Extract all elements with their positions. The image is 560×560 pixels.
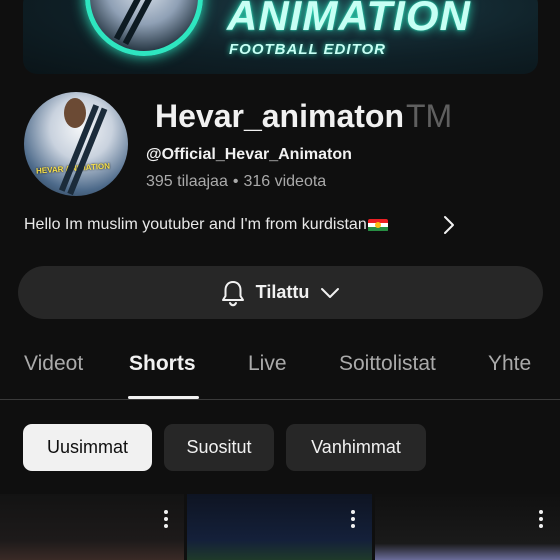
short-thumbnail[interactable]	[187, 494, 372, 560]
banner-emblem-image	[85, 0, 203, 56]
subscribed-button[interactable]: Tilattu	[18, 266, 543, 319]
tab-videot[interactable]: Videot	[24, 352, 83, 376]
chip-suositut[interactable]: Suositut	[164, 424, 274, 471]
active-tab-indicator	[128, 396, 199, 399]
channel-description[interactable]: Hello Im muslim youtuber and I'm from ku…	[24, 216, 464, 234]
channel-name-text: Hevar_animaton	[155, 98, 404, 134]
trademark-mark: TM	[405, 98, 453, 134]
tab-live[interactable]: Live	[248, 352, 287, 376]
bell-icon	[221, 280, 244, 306]
meta-separator: •	[232, 173, 239, 190]
channel-name: Hevar_animatonTM	[155, 98, 452, 135]
channel-handle: @Official_Hevar_Animaton	[146, 146, 352, 163]
channel-avatar[interactable]: HEVAR ANIMATION	[24, 92, 128, 196]
short-thumbnail[interactable]	[375, 494, 560, 560]
more-options-icon[interactable]	[539, 510, 543, 528]
banner-title: ANIMATION	[227, 0, 471, 39]
subscriber-count: 395 tilaajaa	[146, 173, 228, 190]
more-options-icon[interactable]	[351, 510, 355, 528]
channel-meta: 395 tilaajaa • 316 videota	[146, 173, 326, 191]
chevron-down-icon	[321, 287, 340, 298]
avatar-label: HEVAR ANIMATION	[35, 161, 111, 176]
chip-uusimmat[interactable]: Uusimmat	[23, 424, 152, 471]
channel-tabs: Videot Shorts Live Soittolistat Yhte	[0, 340, 560, 400]
tab-soittolistat[interactable]: Soittolistat	[339, 352, 436, 376]
kurdistan-flag-icon	[367, 218, 388, 232]
tab-yhteiso[interactable]: Yhte	[488, 352, 531, 376]
more-options-icon[interactable]	[164, 510, 168, 528]
short-thumbnail[interactable]	[0, 494, 184, 560]
tab-shorts[interactable]: Shorts	[129, 352, 196, 376]
channel-banner: ANIMATION FOOTBALL EDITOR	[23, 0, 538, 74]
subscribed-label: Tilattu	[255, 282, 310, 302]
chevron-right-icon[interactable]	[440, 214, 458, 236]
video-count: 316 videota	[243, 173, 327, 190]
banner-subtitle: FOOTBALL EDITOR	[229, 41, 386, 58]
description-text: Hello Im muslim youtuber and I'm from ku…	[24, 216, 367, 233]
chip-vanhimmat[interactable]: Vanhimmat	[286, 424, 426, 471]
